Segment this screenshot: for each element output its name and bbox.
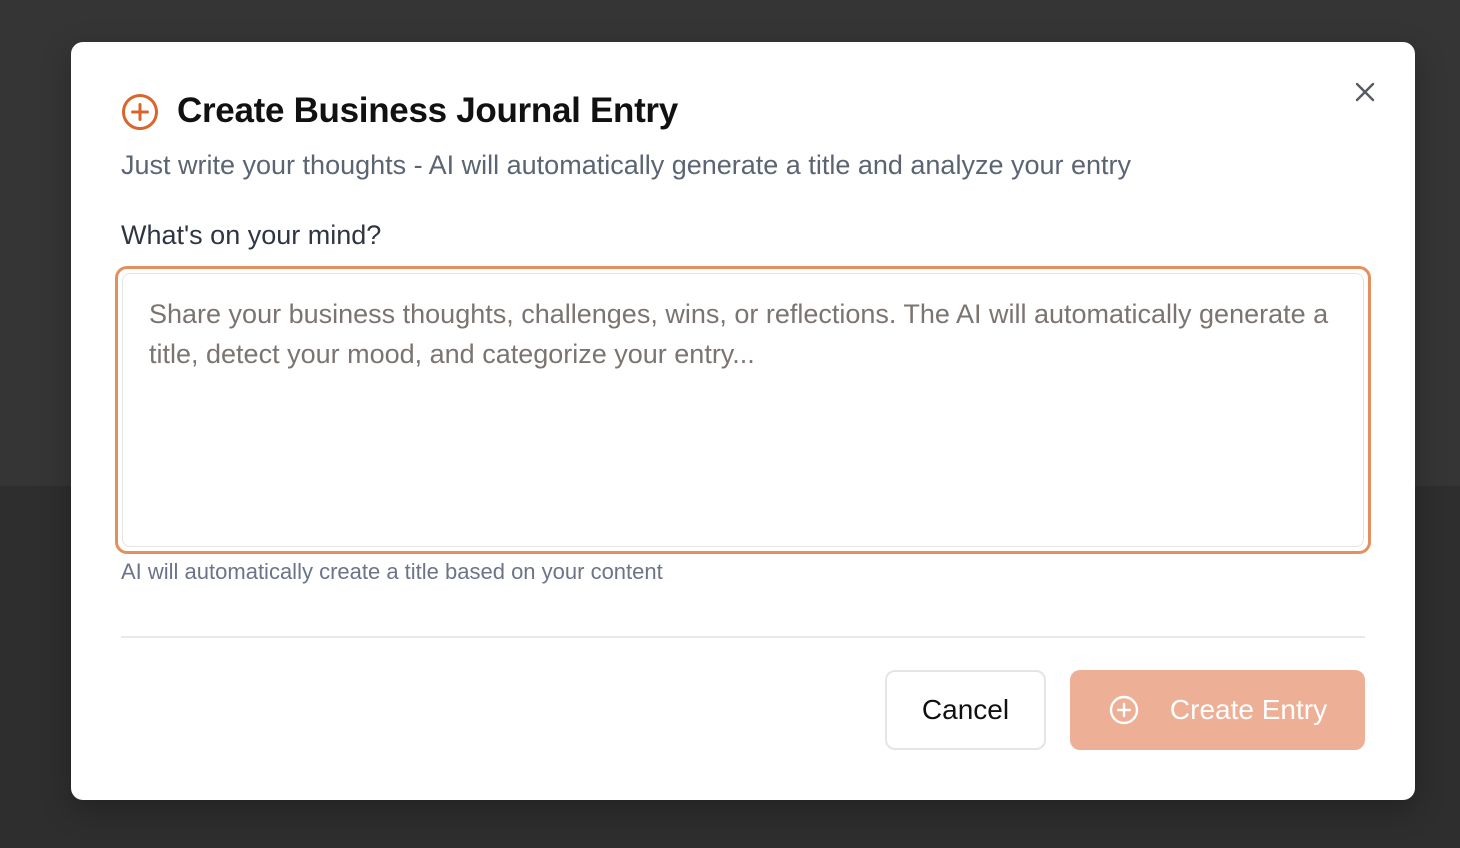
plus-circle-icon: [1108, 694, 1140, 726]
cancel-button[interactable]: Cancel: [885, 670, 1046, 750]
footer-divider: [121, 636, 1365, 638]
entry-textarea-placeholder: Share your business thoughts, challenges…: [149, 299, 1329, 369]
entry-textarea-focus-ring: Share your business thoughts, challenges…: [115, 266, 1371, 554]
dialog-title: Create Business Journal Entry: [177, 91, 678, 130]
plus-circle-icon: [122, 94, 158, 130]
entry-helper-text: AI will automatically create a title bas…: [121, 559, 663, 584]
close-button[interactable]: [1351, 78, 1379, 106]
close-icon: [1355, 82, 1375, 102]
create-entry-button-label: Create Entry: [1169, 694, 1328, 725]
entry-field-label: What's on your mind?: [121, 220, 382, 250]
cancel-button-label: Cancel: [921, 694, 1010, 725]
create-entry-button[interactable]: Create Entry: [1070, 670, 1365, 750]
entry-textarea[interactable]: Share your business thoughts, challenges…: [122, 273, 1364, 547]
dialog-subtitle: Just write your thoughts - AI will autom…: [121, 150, 1132, 180]
create-entry-dialog: Create Business Journal Entry Just write…: [71, 42, 1415, 800]
